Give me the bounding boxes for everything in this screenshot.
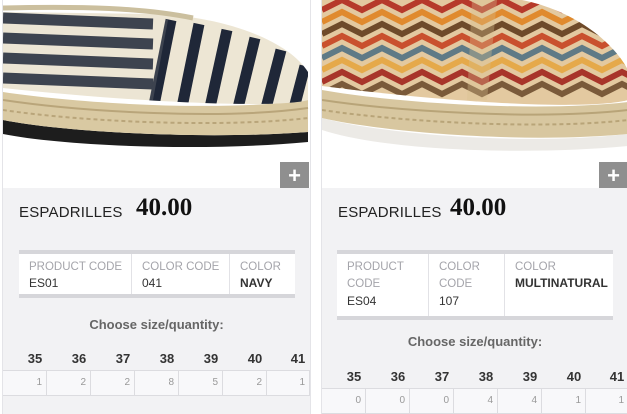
color-label: COLOR (515, 261, 556, 273)
size-label: 41 (609, 369, 625, 384)
size-label: 38 (159, 351, 175, 366)
quantity-cell[interactable]: 0 (366, 389, 410, 413)
product-code-value: ES04 (347, 294, 377, 308)
quantity-cell[interactable]: 5 (179, 371, 223, 395)
size-label: 36 (390, 369, 406, 384)
quantity-cell[interactable]: 0 (322, 389, 366, 413)
product-codes-table: PRODUCT CODE ES01 COLOR CODE 041 COLOR N… (19, 250, 295, 298)
size-label: 36 (71, 351, 87, 366)
size-label: 40 (566, 369, 582, 384)
product-name: ESPADRILLES (19, 204, 123, 221)
quantity-cell[interactable]: 2 (91, 371, 135, 395)
color-cell: COLOR NAVY (229, 254, 296, 294)
color-value: NAVY (240, 276, 273, 290)
quantity-cell[interactable]: 0 (410, 389, 454, 413)
shoe-image (322, 0, 627, 151)
add-to-cart-button[interactable]: + (599, 162, 627, 188)
quantity-cell[interactable]: 1 (3, 371, 47, 395)
color-value: MULTINATURAL (515, 276, 608, 290)
product-code-cell: PRODUCT CODE ES01 (19, 254, 131, 294)
size-header-row: 35 36 37 38 39 40 41 (322, 369, 627, 387)
product-price: 40.00 (136, 194, 193, 221)
quantity-cell[interactable]: 2 (47, 371, 91, 395)
color-code-cell: COLOR CODE 107 (428, 254, 505, 316)
product-image-navy-espadrille[interactable]: + (3, 0, 310, 188)
quantity-cell[interactable]: 8 (135, 371, 179, 395)
quantity-cell[interactable]: 1 (266, 371, 310, 395)
product-price: 40.00 (450, 194, 507, 221)
product-name: ESPADRILLES (338, 204, 442, 221)
quantity-cell[interactable]: 4 (454, 389, 498, 413)
quantity-row: 1 2 2 8 5 2 1 (3, 370, 310, 396)
quantity-cell[interactable]: 1 (542, 389, 586, 413)
add-to-cart-button[interactable]: + (280, 162, 309, 188)
color-code-value: 041 (142, 276, 163, 290)
product-code-value: ES01 (29, 276, 59, 290)
product-card: + ESPADRILLES 40.00 PRODUCT CODE ES04 CO… (321, 0, 627, 414)
size-label: 40 (247, 351, 263, 366)
size-header-row: 35 36 37 38 39 40 41 (3, 351, 310, 369)
shoe-image (3, 4, 309, 148)
product-card: + ESPADRILLES 40.00 PRODUCT CODE ES01 CO… (2, 0, 311, 414)
size-label: 38 (478, 369, 494, 384)
size-label: 39 (203, 351, 219, 366)
size-label: 35 (27, 351, 43, 366)
quantity-cell[interactable]: 1 (585, 389, 627, 413)
size-label: 37 (115, 351, 131, 366)
plus-icon: + (288, 163, 301, 188)
choose-size-label: Choose size/quantity: (89, 317, 224, 332)
color-code-label: COLOR CODE (439, 261, 480, 290)
color-code-value: 107 (439, 294, 460, 308)
color-code-cell: COLOR CODE 041 (131, 254, 230, 294)
quantity-row: 0 0 0 4 4 1 1 (322, 388, 627, 414)
plus-icon: + (607, 163, 620, 188)
size-label: 41 (290, 351, 306, 366)
size-label: 39 (522, 369, 538, 384)
product-codes-table: PRODUCT CODE ES04 COLOR CODE 107 COLOR M… (337, 250, 613, 320)
product-code-cell: PRODUCT CODE ES04 (337, 254, 428, 316)
quantity-cell[interactable]: 4 (498, 389, 542, 413)
product-code-label: PRODUCT CODE (29, 261, 123, 273)
color-code-label: COLOR CODE (142, 261, 220, 273)
product-code-label: PRODUCT CODE (347, 261, 404, 290)
choose-size-label: Choose size/quantity: (407, 334, 543, 349)
size-label: 35 (346, 369, 362, 384)
product-image-multinatural-espadrille[interactable]: + (322, 0, 627, 188)
color-label: COLOR (240, 261, 281, 273)
quantity-cell[interactable]: 2 (223, 371, 267, 395)
color-cell: COLOR MULTINATURAL (504, 254, 614, 316)
size-label: 37 (434, 369, 450, 384)
